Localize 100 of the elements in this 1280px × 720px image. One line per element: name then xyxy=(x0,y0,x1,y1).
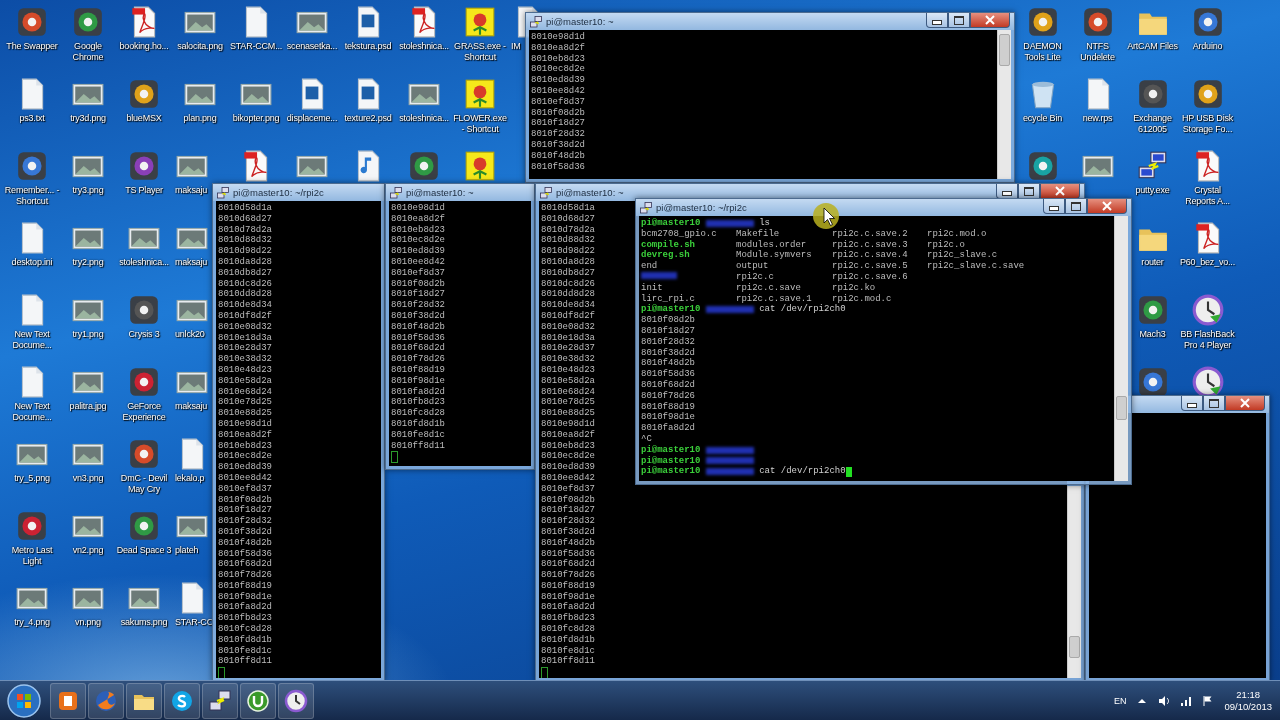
icon-label[interactable]: salocita.png xyxy=(177,41,223,52)
icon-label[interactable]: try3d.png xyxy=(70,113,106,124)
language-indicator[interactable]: EN xyxy=(1113,695,1127,706)
icon-label[interactable]: try_5.png xyxy=(14,473,50,484)
icon-label[interactable]: BB FlashBack Pro 4 Player xyxy=(1180,329,1235,351)
icon-label[interactable]: lekalo.p xyxy=(175,473,205,484)
terminal-output: 8010f08d2b xyxy=(641,315,695,326)
window-title: pi@master10: ~ xyxy=(406,187,474,198)
icon-label[interactable]: stoleshnica... xyxy=(399,41,449,52)
minimize-button[interactable] xyxy=(1043,199,1065,214)
clock-date[interactable]: 09/10/2013 xyxy=(1224,700,1272,713)
scrollbar-thumb[interactable] xyxy=(1116,396,1127,420)
icon-label[interactable]: IM xyxy=(511,41,521,52)
icon-label[interactable]: FLOWER.exe - Shortcut xyxy=(452,113,508,135)
icon-label[interactable]: DAEMON Tools Lite xyxy=(1015,41,1070,63)
icon-label[interactable]: maksaju xyxy=(175,185,208,196)
icon-label[interactable]: Google Chrome xyxy=(60,41,116,63)
terminal-output: 8010f58d36 xyxy=(641,369,695,380)
icon-label[interactable]: ps3.txt xyxy=(19,113,45,124)
icon-label[interactable]: Exchange 612005 xyxy=(1125,113,1180,135)
close-button[interactable] xyxy=(970,13,1010,28)
icon-label[interactable]: Metro Last Light xyxy=(4,545,60,567)
icon-label[interactable]: vn3.png xyxy=(72,473,104,484)
icon-label[interactable]: Crysis 3 xyxy=(128,329,160,340)
icon-label[interactable]: texture2.psd xyxy=(344,113,392,124)
close-button[interactable] xyxy=(1225,396,1265,411)
icon-label[interactable]: router xyxy=(1141,257,1164,268)
icon-label[interactable]: try3.png xyxy=(72,185,104,196)
icon-label[interactable]: GeForce Experience xyxy=(116,401,172,423)
icon-label[interactable]: Mach3 xyxy=(1139,329,1166,340)
icon-label[interactable]: Crystal Reports A... xyxy=(1180,185,1235,207)
icon-label[interactable]: vn2.png xyxy=(72,545,104,556)
icon-label[interactable]: STAR-CCM... xyxy=(229,41,283,52)
icon-label[interactable]: stoleshnica... xyxy=(399,113,449,124)
network-computers-icon[interactable] xyxy=(208,688,232,713)
icon-label[interactable]: New Text Docume... xyxy=(4,329,60,351)
clock-app-icon[interactable] xyxy=(284,688,308,713)
icon-label[interactable]: P60_bez_vo... xyxy=(1180,257,1235,268)
chat-app-icon[interactable] xyxy=(170,688,194,713)
icon-label[interactable]: ecycle Bin xyxy=(1023,113,1062,124)
speaker-icon[interactable] xyxy=(1158,694,1171,707)
icon-label[interactable]: unlck20 xyxy=(175,329,205,340)
icon-label[interactable]: vn.png xyxy=(75,617,101,628)
icon-label[interactable]: palitra.jpg xyxy=(69,401,107,412)
icon-label[interactable]: DmC - Devil May Cry xyxy=(116,473,172,495)
terminal-output: 8010e18d3a xyxy=(541,332,595,343)
icon-label[interactable]: STAR-CC xyxy=(175,617,213,628)
icon-label[interactable]: Arduino xyxy=(1192,41,1223,52)
app-icon xyxy=(15,5,49,39)
icon-label[interactable]: Dead Space 3 xyxy=(116,545,172,556)
icon-label[interactable]: putty.exe xyxy=(1135,185,1170,196)
minimize-button[interactable] xyxy=(926,13,948,28)
icon-label[interactable]: sakums.png xyxy=(120,617,168,628)
scrollbar[interactable] xyxy=(1114,216,1128,481)
icon-label[interactable]: TS Player xyxy=(125,185,163,196)
browser-icon[interactable] xyxy=(94,688,118,713)
icon-label[interactable]: scenasetka... xyxy=(286,41,338,52)
scrollbar-thumb[interactable] xyxy=(999,34,1010,66)
icon-label[interactable]: try_4.png xyxy=(14,617,50,628)
file-name: rpi2c.c.save xyxy=(736,282,801,293)
icon-label[interactable]: blueMSX xyxy=(126,113,162,124)
icon-label[interactable]: tekstura.psd xyxy=(344,41,392,52)
scrollbar[interactable] xyxy=(997,30,1011,179)
icon-label[interactable]: plan.png xyxy=(183,113,217,124)
icon-label[interactable]: maksaju xyxy=(175,257,208,268)
clock-time[interactable]: 21:18 xyxy=(1236,688,1261,701)
icon-label[interactable]: GRASS.exe - Shortcut xyxy=(452,41,508,63)
maximize-button[interactable] xyxy=(948,13,970,28)
icon-label[interactable]: HP USB Disk Storage Fo... xyxy=(1180,113,1235,135)
maximize-button[interactable] xyxy=(1065,199,1087,214)
maximize-button[interactable] xyxy=(1203,396,1225,411)
start-button[interactable] xyxy=(6,682,42,719)
icon-label[interactable]: bikopter.png xyxy=(232,113,280,124)
close-button[interactable] xyxy=(1087,199,1127,214)
icon-label[interactable]: try2.png xyxy=(72,257,104,268)
terminal-output: 8010d88d32 xyxy=(541,235,595,246)
icon-label[interactable]: displaceme... xyxy=(286,113,338,124)
scrollbar-thumb[interactable] xyxy=(1069,636,1080,658)
icon-label[interactable]: The Swapper xyxy=(6,41,58,52)
scrollbar[interactable] xyxy=(1067,486,1081,678)
icon-label[interactable]: plateh xyxy=(175,545,199,556)
signal-icon[interactable] xyxy=(1180,694,1193,707)
terminal-output: 8010eb8d23 xyxy=(391,224,445,235)
terminal-output: 8010fb8d23 xyxy=(541,613,595,624)
icon-label[interactable]: try1.png xyxy=(72,329,104,340)
icon-label[interactable]: booking.ho... xyxy=(119,41,169,52)
terminal-output: 8010e38d32 xyxy=(541,354,595,365)
icon-label[interactable]: New Text Docume... xyxy=(4,401,60,423)
terminal-output: 8010f28d32 xyxy=(391,300,445,311)
minimize-button[interactable] xyxy=(1181,396,1203,411)
icon-label[interactable]: new.rps xyxy=(1082,113,1113,124)
minimize-icon xyxy=(932,20,942,25)
icon-label[interactable]: ArtCAM Files xyxy=(1127,41,1178,52)
torrent-app-icon[interactable] xyxy=(246,688,270,713)
icon-label[interactable]: NTFS Undelete xyxy=(1070,41,1125,63)
icon-label[interactable]: stoleshnica... xyxy=(119,257,169,268)
icon-label[interactable]: desktop.ini xyxy=(11,257,53,268)
icon-label[interactable]: maksaju xyxy=(175,401,208,412)
terminal-output: 8010f88d19 xyxy=(218,580,272,591)
icon-label[interactable]: Remember... - Shortcut xyxy=(4,185,60,207)
